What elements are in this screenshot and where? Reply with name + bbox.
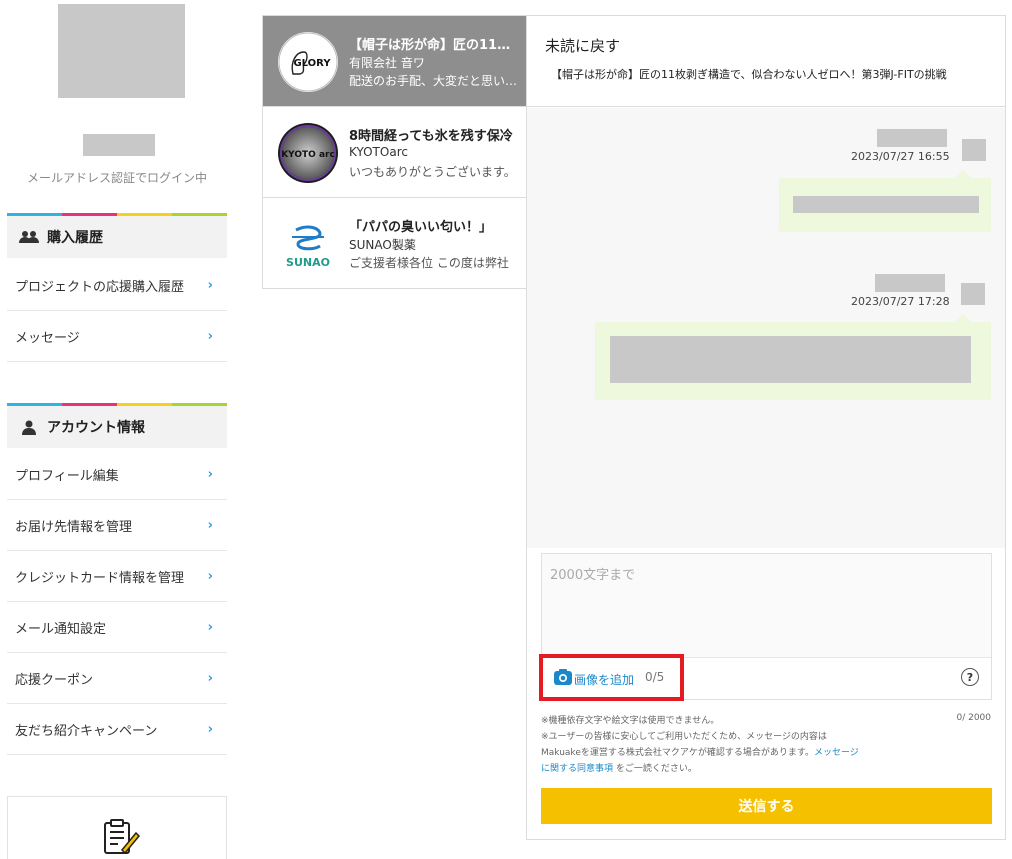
message-input[interactable]	[542, 554, 991, 658]
sidebar-item-credit-card[interactable]: クレジットカード情報を管理 ›	[7, 551, 227, 602]
note-text: をご一読ください。	[615, 764, 697, 774]
conversation-item[interactable]: SUNAO 「パパの臭いい匂い！」 SUNAO製薬 ご支援者様各位 この度は弊社	[263, 198, 526, 289]
note-text: Makuakeを運営する株式会社マクアケが確認する場合があります。	[541, 748, 814, 758]
message-bubble	[595, 314, 991, 400]
account-info-title: アカウント情報	[47, 420, 145, 436]
note-line: に関する同意事項 をご一読ください。	[541, 761, 901, 777]
send-button[interactable]: 送信する	[541, 788, 992, 824]
sidebar-item-label: クレジットカード情報を管理	[15, 570, 185, 586]
account-info-header: アカウント情報	[7, 406, 227, 448]
message-notes: ※機種依存文字や絵文字は使用できません。 ※ユーザーの皆様に安心してご利用いただ…	[541, 713, 901, 777]
purchase-history-header: 購入履歴	[7, 216, 227, 258]
image-count: 0/5	[645, 670, 665, 684]
chevron-right-icon: ›	[207, 517, 213, 533]
users-icon	[19, 229, 39, 245]
conversation-preview: いつもありがとうございます。	[349, 165, 516, 179]
sidebar-item-label: メッセージ	[15, 330, 80, 346]
sidebar-item-email-notifications[interactable]: メール通知設定 ›	[7, 602, 227, 653]
message-avatar	[961, 283, 985, 305]
kyotoarc-logo-text: KYOTO arc	[281, 150, 335, 160]
chevron-right-icon: ›	[207, 670, 213, 686]
sidebar: メールアドレス認証でログイン中 購入履歴 プロジェクトの応援購入履歴 › メッセ…	[7, 0, 227, 859]
sidebar-item-referral-campaign[interactable]: 友だち紹介キャンペーン ›	[7, 704, 227, 755]
conversation-sender: SUNAO製薬	[349, 238, 416, 252]
chevron-right-icon: ›	[207, 619, 213, 635]
chevron-right-icon: ›	[207, 466, 213, 482]
message-sender-redacted	[875, 274, 945, 292]
char-count: 0/ 2000	[956, 713, 991, 723]
chevron-right-icon: ›	[207, 721, 213, 737]
chevron-right-icon: ›	[207, 328, 213, 344]
message-timestamp: 2023/07/27 17:28	[851, 295, 950, 308]
help-icon[interactable]: ?	[961, 668, 979, 686]
note-line: Makuakeを運営する株式会社マクアケが確認する場合があります。メッセージ	[541, 745, 901, 761]
conversation-title: 8時間経っても氷を残す保冷	[349, 129, 513, 144]
sidebar-item-label: 友だち紹介キャンペーン	[15, 723, 158, 739]
message-thread: 未読に戻す 【帽子は形が命】匠の11枚剥ぎ構造で、似合わない人ゼロへ！第3弾J-…	[526, 15, 1006, 840]
sidebar-item-shipping-address[interactable]: お届け先情報を管理 ›	[7, 500, 227, 551]
message-sender-redacted	[877, 129, 947, 147]
kyotoarc-logo: KYOTO arc	[278, 123, 338, 183]
note-line: ※ユーザーの皆様に安心してご利用いただくため、メッセージの内容は	[541, 732, 827, 742]
sidebar-item-support-coupon[interactable]: 応援クーポン ›	[7, 653, 227, 704]
compose-box: 画像を追加 0/5 ?	[541, 553, 992, 700]
conversation-preview: 配送のお手配、大変だと思いますがよろしくお願いします	[349, 74, 519, 88]
note-line: ※機種依存文字や絵文字は使用できません。	[541, 716, 720, 726]
message-bubble	[779, 170, 991, 232]
add-image-label: 画像を追加	[574, 672, 635, 687]
glory-logo-text: GLORY	[293, 58, 331, 69]
conversation-sender: 有限会社 音ワ	[349, 56, 425, 70]
conversation-list: GLORY 【帽子は形が命】匠の11枚剥ぎ構造で、似合わない人ゼロへ！ 有限会社…	[262, 15, 527, 289]
sidebar-item-profile-edit[interactable]: プロフィール編集 ›	[7, 449, 227, 500]
message-timestamp: 2023/07/27 16:55	[851, 150, 950, 163]
purchase-history-title: 購入履歴	[47, 230, 103, 246]
conversation-title: 「パパの臭いい匂い！」	[349, 220, 493, 235]
sunao-logo: SUNAO	[278, 214, 338, 274]
message-agreement-link[interactable]: に関する同意事項	[541, 764, 613, 774]
sidebar-item-label: プロジェクトの応援購入履歴	[15, 279, 185, 295]
clipboard-pencil-icon	[102, 817, 142, 859]
message-text-redacted	[610, 336, 971, 383]
conversation-preview: ご支援者様各位 この度は弊社	[349, 256, 509, 270]
conversation-item[interactable]: KYOTO arc 8時間経っても氷を残す保冷 KYOTOarc いつもありがと…	[263, 107, 526, 198]
bottom-link-box[interactable]	[7, 796, 227, 859]
sidebar-item-label: お届け先情報を管理	[15, 519, 133, 535]
sidebar-item-label: 応援クーポン	[15, 672, 94, 688]
chevron-right-icon: ›	[207, 568, 213, 584]
thread-header: 未読に戻す 【帽子は形が命】匠の11枚剥ぎ構造で、似合わない人ゼロへ！第3弾J-…	[527, 16, 1005, 107]
add-image-button[interactable]: 画像を追加	[554, 669, 634, 689]
conversation-item-active[interactable]: GLORY 【帽子は形が命】匠の11枚剥ぎ構造で、似合わない人ゼロへ！ 有限会社…	[263, 16, 526, 107]
conversation-title: 【帽子は形が命】匠の11枚剥ぎ構造で、似合わない人ゼロへ！	[349, 38, 519, 53]
user-icon	[19, 419, 39, 435]
sidebar-item-label: メール通知設定	[15, 621, 107, 637]
username-redacted	[83, 134, 155, 156]
mark-unread-link[interactable]: 未読に戻す	[545, 35, 620, 56]
login-status: メールアドレス認証でログイン中	[26, 171, 207, 185]
sunao-logo-text: SUNAO	[286, 256, 330, 269]
glory-logo: GLORY	[278, 32, 338, 92]
sidebar-item-project-purchase-history[interactable]: プロジェクトの応援購入履歴 ›	[7, 260, 227, 311]
project-title: 【帽子は形が命】匠の11枚剥ぎ構造で、似合わない人ゼロへ！第3弾J-FITの挑戦	[551, 68, 947, 81]
message-area: 2023/07/27 16:55 2023/07/27 17:28	[527, 108, 1005, 548]
message-avatar	[962, 139, 986, 161]
avatar	[58, 4, 185, 98]
message-text-redacted	[793, 196, 979, 213]
camera-icon	[554, 669, 572, 689]
chevron-right-icon: ›	[207, 277, 213, 293]
sidebar-item-messages[interactable]: メッセージ ›	[7, 311, 227, 362]
conversation-sender: KYOTOarc	[349, 145, 408, 159]
sidebar-item-label: プロフィール編集	[15, 468, 119, 484]
message-agreement-link[interactable]: メッセージ	[814, 748, 859, 758]
